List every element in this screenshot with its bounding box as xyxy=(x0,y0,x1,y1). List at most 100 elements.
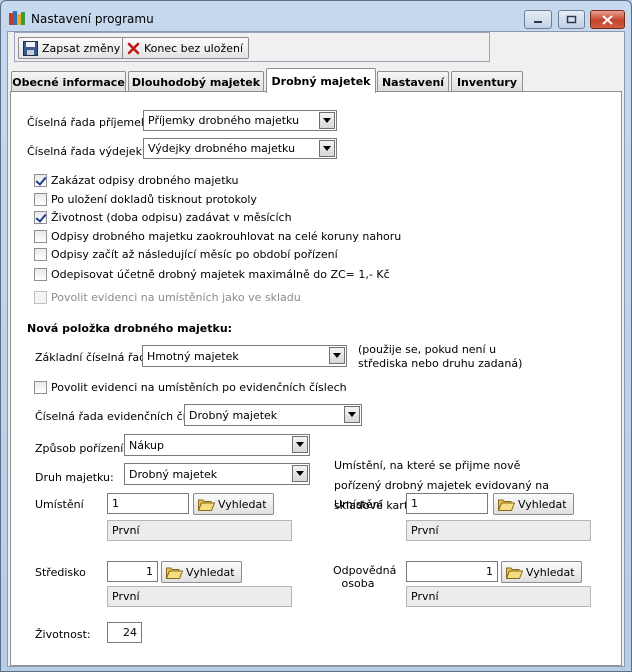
search-label: Vyhledat xyxy=(526,565,575,579)
store-location-name-field: První xyxy=(406,520,591,541)
disable-depreciation-checkbox[interactable]: Zakázat odpisy drobného majetku xyxy=(34,174,239,187)
acquisition-select[interactable]: Nákup xyxy=(124,434,310,456)
checkbox-box[interactable] xyxy=(34,193,47,206)
responsible-person-name-field: První xyxy=(406,586,591,607)
print-protocols-checkbox[interactable]: Po uložení dokladů tisknout protokoly xyxy=(34,193,257,206)
checkbox-box[interactable] xyxy=(34,174,47,187)
basic-series-label: Základní číselná řada xyxy=(35,351,153,364)
basic-series-note: (použije se, pokud není u střediska nebo… xyxy=(358,343,523,370)
acquisition-label: Způsob pořízení: xyxy=(35,442,127,455)
folder-open-icon xyxy=(166,567,183,579)
center-name-field: První xyxy=(107,586,292,607)
checkbox-label: Zakázat odpisy drobného majetku xyxy=(51,174,239,187)
responsible-person-search-button[interactable]: Vyhledat xyxy=(501,561,582,583)
folder-open-icon xyxy=(198,499,215,511)
receipts-series-select[interactable]: Příjemky drobného majetku xyxy=(143,110,337,131)
folder-open-icon xyxy=(498,499,515,511)
checkbox-label: Odepisovat účetně drobný majetek maximál… xyxy=(51,268,390,281)
window-title: Nastavení programu xyxy=(31,12,154,26)
evidence-series-label: Číselná řada evidenčních čísel: xyxy=(35,410,205,423)
basic-series-select[interactable]: Hmotný majetek xyxy=(142,345,347,367)
checkbox-box[interactable] xyxy=(34,230,47,243)
close-icon xyxy=(602,14,613,25)
store-location-input[interactable]: 1 xyxy=(406,493,488,514)
close-without-saving-button[interactable]: Konec bez uložení xyxy=(122,37,250,59)
title-bar[interactable]: Nastavení programu xyxy=(1,1,631,31)
search-label: Vyhledat xyxy=(518,497,567,511)
evidence-series-select[interactable]: Drobný majetek xyxy=(184,404,362,426)
save-button[interactable]: Zapsat změny xyxy=(18,37,127,59)
app-icon xyxy=(9,11,25,25)
asset-kind-label: Druh majetku: xyxy=(35,471,114,484)
save-button-label: Zapsat změny xyxy=(42,41,121,55)
chevron-down-icon[interactable] xyxy=(344,406,360,423)
tab-inventories[interactable]: Inventury xyxy=(451,71,523,92)
responsible-person-label: Odpovědná osoba xyxy=(333,564,397,590)
chevron-down-icon[interactable] xyxy=(329,347,345,364)
divider xyxy=(27,314,521,315)
center-search-button[interactable]: Vyhledat xyxy=(161,561,242,583)
checkbox-box[interactable] xyxy=(34,381,47,394)
issues-series-select[interactable]: Výdejky drobného majetku xyxy=(143,138,337,159)
store-location-search-button[interactable]: Vyhledat xyxy=(493,493,574,515)
maximize-button[interactable] xyxy=(558,10,585,29)
tab-settings[interactable]: Nastavení xyxy=(377,71,449,92)
window: Nastavení programu Zapsat změny Konec be… xyxy=(0,0,632,672)
allow-locations-like-warehouse-checkbox: Povolit evidenci na umístěních jako ve s… xyxy=(34,291,301,304)
store-location-label: Umístění xyxy=(334,498,383,511)
receipts-series-value: Příjemky drobného majetku xyxy=(148,114,300,127)
chevron-down-icon[interactable] xyxy=(292,436,308,453)
allow-locations-by-number-checkbox[interactable]: Povolit evidenci na umístěních po eviden… xyxy=(34,381,347,394)
tab-long-term-assets[interactable]: Dlouhodobý majetek xyxy=(128,71,264,92)
toolbar: Zapsat změny Konec bez uložení xyxy=(14,32,490,62)
red-x-icon xyxy=(127,42,140,54)
floppy-icon xyxy=(23,40,38,56)
round-depreciation-checkbox[interactable]: Odpisy drobného majetku zaokrouhlovat na… xyxy=(34,230,401,243)
center-input[interactable]: 1 xyxy=(107,561,158,582)
checkbox-label: Životnost (doba odpisu) zadávat v měsící… xyxy=(51,211,292,224)
checkbox-label: Odpisy začít až následující měsíc po obd… xyxy=(51,248,338,261)
checkbox-label: Odpisy drobného majetku zaokrouhlovat na… xyxy=(51,230,402,243)
client-area: Zapsat změny Konec bez uložení Obecné in… xyxy=(7,31,625,667)
start-next-month-checkbox[interactable]: Odpisy začít až následující měsíc po obd… xyxy=(34,248,338,261)
issues-series-value: Výdejky drobného majetku xyxy=(148,142,296,155)
new-item-heading: Nová položka drobného majetku: xyxy=(27,322,233,335)
close-button[interactable] xyxy=(590,10,625,29)
issues-series-label: Číselná řada výdejek: xyxy=(27,145,146,158)
chevron-down-icon[interactable] xyxy=(319,140,335,157)
lifetime-in-months-checkbox[interactable]: Životnost (doba odpisu) zadávat v měsící… xyxy=(34,211,292,224)
tab-panel-small-assets: Číselná řada příjemek: Příjemky drobného… xyxy=(10,91,622,666)
search-label: Vyhledat xyxy=(186,565,235,579)
asset-kind-select[interactable]: Drobný majetek xyxy=(124,463,310,485)
lifetime-label: Životnost: xyxy=(35,628,91,641)
search-label: Vyhledat xyxy=(218,497,267,511)
checkbox-label: Povolit evidenci na umístěních po eviden… xyxy=(51,381,347,394)
checkbox-box[interactable] xyxy=(34,268,47,281)
tab-small-assets[interactable]: Drobný majetek xyxy=(266,68,376,93)
tab-general-info[interactable]: Obecné informace xyxy=(11,71,126,92)
lifetime-input[interactable]: 24 xyxy=(107,622,142,643)
location-search-button[interactable]: Vyhledat xyxy=(193,493,274,515)
close-without-saving-label: Konec bez uložení xyxy=(144,41,244,55)
acquisition-value: Nákup xyxy=(129,438,164,452)
asset-kind-value: Drobný majetek xyxy=(129,467,218,481)
folder-open-icon xyxy=(506,567,523,579)
location-label: Umístění xyxy=(35,498,84,511)
basic-series-value: Hmotný majetek xyxy=(147,349,239,363)
checkbox-box[interactable] xyxy=(34,211,47,224)
checkbox-label: Povolit evidenci na umístěních jako ve s… xyxy=(51,291,301,304)
evidence-series-value: Drobný majetek xyxy=(189,408,278,422)
checkbox-label: Po uložení dokladů tisknout protokoly xyxy=(51,193,257,206)
checkbox-box xyxy=(34,291,47,304)
location-input[interactable]: 1 xyxy=(107,493,189,514)
max-residual-value-checkbox[interactable]: Odepisovat účetně drobný majetek maximál… xyxy=(34,268,390,281)
maximize-icon xyxy=(566,15,577,24)
minimize-button[interactable] xyxy=(524,10,552,29)
checkbox-box[interactable] xyxy=(34,248,47,261)
tab-strip: Obecné informace Dlouhodobý majetek Drob… xyxy=(8,68,624,93)
chevron-down-icon[interactable] xyxy=(292,465,308,482)
chevron-down-icon[interactable] xyxy=(319,112,335,129)
location-name-field: První xyxy=(107,520,292,541)
responsible-person-input[interactable]: 1 xyxy=(406,561,498,582)
receipts-series-label: Číselná řada příjemek: xyxy=(27,116,151,129)
